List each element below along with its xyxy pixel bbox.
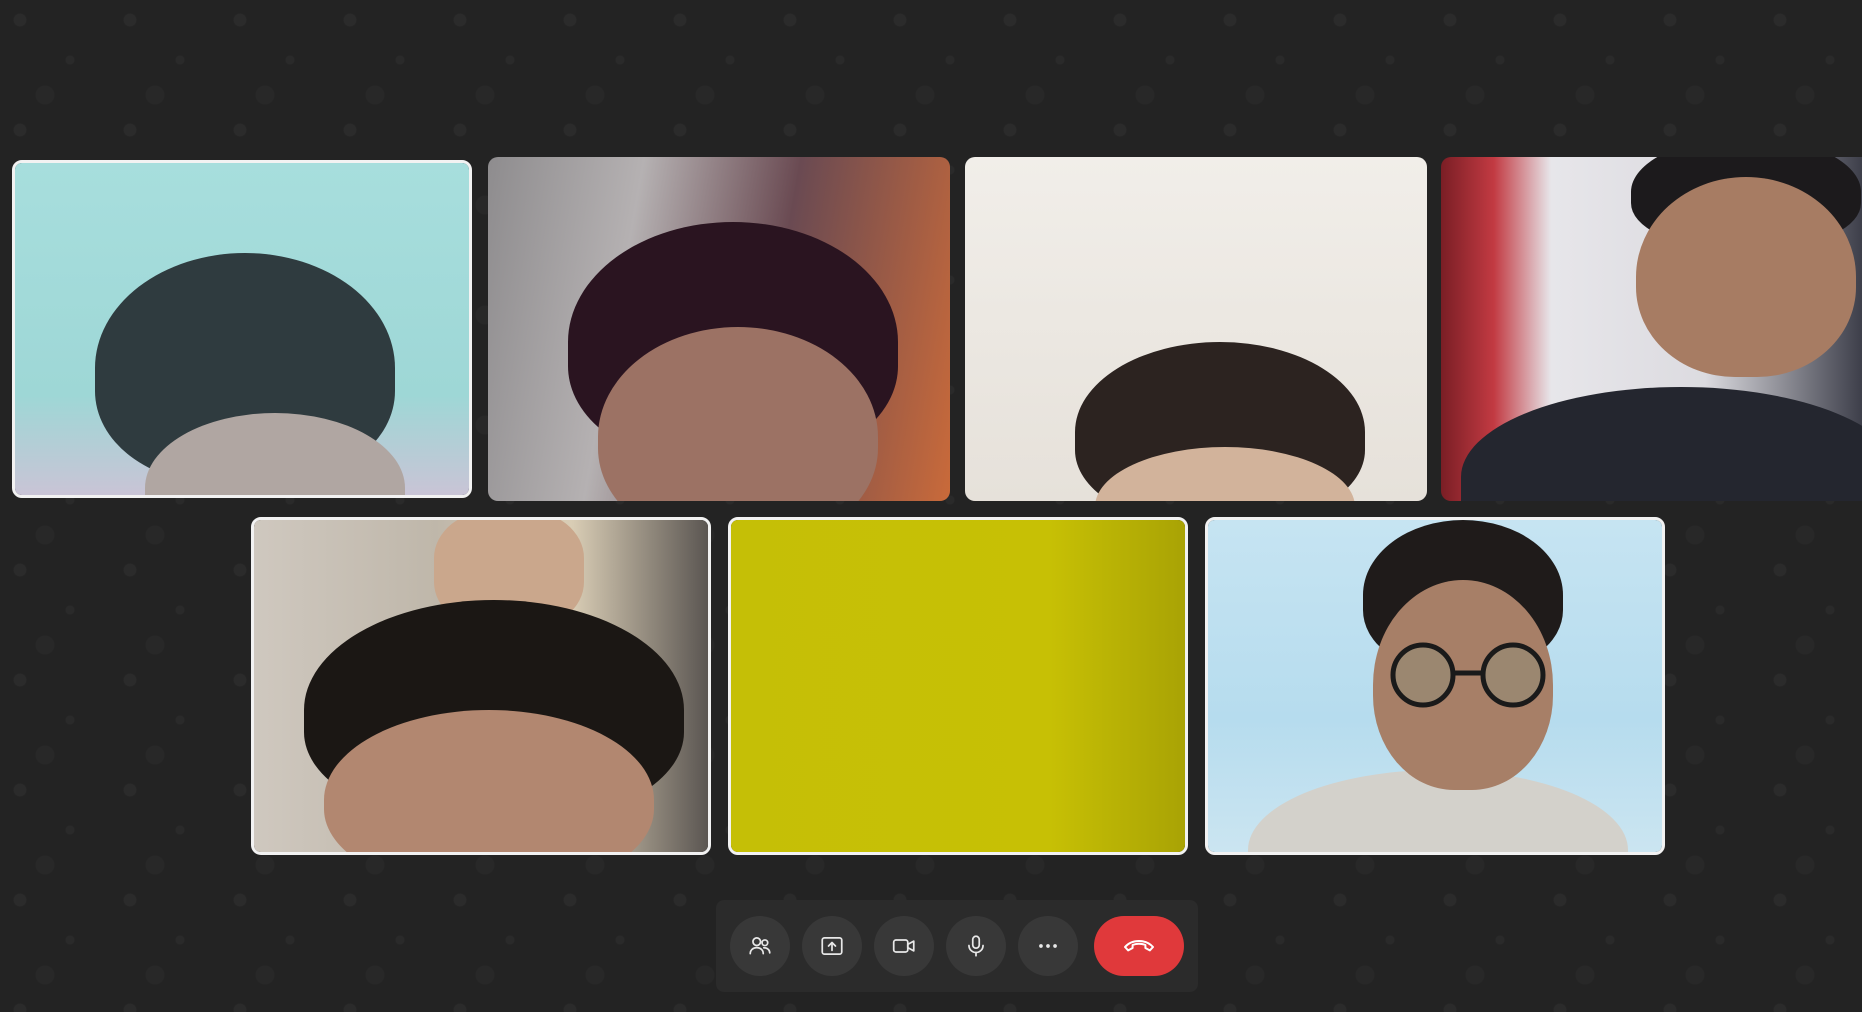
video-feed [15,163,469,495]
participant-video-tile-6[interactable] [728,517,1188,855]
participants-icon [749,937,771,955]
video-camera-icon [892,939,915,953]
end-call-icon [1124,940,1154,952]
video-call-stage [0,0,1862,1012]
video-feed [731,520,1185,852]
camera-button[interactable] [874,916,934,976]
participant-shirt [1461,387,1862,501]
microphone-icon [968,935,984,957]
participants-button[interactable] [730,916,790,976]
participant-video-tile-1[interactable] [12,160,472,498]
participant-video-tile-3[interactable] [965,157,1427,501]
participant-video-tile-7[interactable] [1205,517,1665,855]
video-feed [254,520,708,852]
video-feed [965,157,1427,501]
microphone-button[interactable] [946,916,1006,976]
participant-face [1636,177,1856,377]
participant-video-tile-4[interactable] [1441,157,1862,501]
more-options-button[interactable] [1018,916,1078,976]
video-feed [1208,520,1662,852]
more-options-icon [1039,944,1057,948]
call-controls-bar [716,900,1198,992]
end-call-button[interactable] [1094,916,1184,976]
share-screen-icon [821,937,843,955]
share-screen-button[interactable] [802,916,862,976]
participant-video-tile-5[interactable] [251,517,711,855]
video-feed [1441,157,1862,501]
video-feed [488,157,950,501]
glasses [1390,642,1546,708]
participant-video-tile-2[interactable] [488,157,950,501]
